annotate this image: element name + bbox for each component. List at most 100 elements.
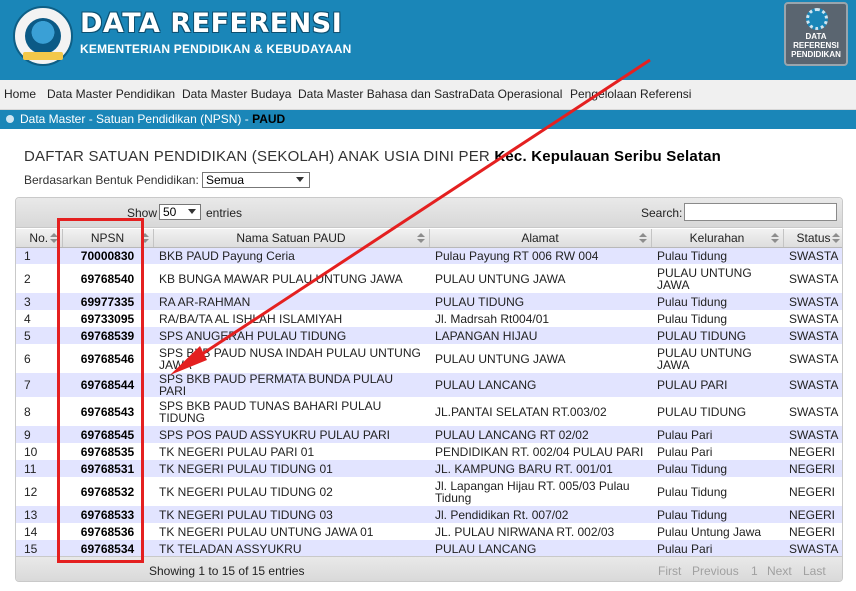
cell-alamat: PENDIDIKAN RT. 002/04 PULAU PARI <box>429 443 651 460</box>
nav-data-master-bahasa-sastra[interactable]: Data Master Bahasa dan Sastra <box>298 87 469 101</box>
cell-no: 8 <box>16 397 62 426</box>
cell-status: SWASTA <box>783 397 842 426</box>
cell-alamat: Jl. Lapangan Hijau RT. 005/03 Pulau Tidu… <box>429 477 651 506</box>
pagination-next[interactable]: Next <box>767 564 792 578</box>
pagination-page-1[interactable]: 1 <box>751 564 758 578</box>
cell-no: 6 <box>16 344 62 373</box>
column-header-nama[interactable]: Nama Satuan PAUD <box>153 229 430 248</box>
chevron-down-icon <box>296 177 304 182</box>
cell-kelurahan: Pulau Pari <box>651 426 783 443</box>
cell-nama: SPS BKB PAUD NUSA INDAH PULAU UNTUNG JAW… <box>153 344 429 373</box>
cell-kelurahan: PULAU UNTUNG JAWA <box>651 264 783 293</box>
cell-status: NEGERI <box>783 443 842 460</box>
cell-kelurahan: Pulau Tidung <box>651 293 783 310</box>
cell-alamat: Pulau Payung RT 006 RW 004 <box>429 247 651 264</box>
cell-nama: SPS BKB PAUD PERMATA BUNDA PULAU PARI <box>153 373 429 397</box>
nav-home[interactable]: Home <box>4 87 36 101</box>
cell-nama: TK NEGERI PULAU UNTUNG JAWA 01 <box>153 523 429 540</box>
cell-nama: BKB PAUD Payung Ceria <box>153 247 429 264</box>
sort-icon <box>638 233 647 243</box>
pagination-last[interactable]: Last <box>803 564 826 578</box>
cell-status: SWASTA <box>783 344 842 373</box>
nav-pengelolaan-referensi[interactable]: Pengelolaan Referensi <box>570 87 691 101</box>
column-header-label: No. <box>29 230 49 245</box>
cell-status: SWASTA <box>783 426 842 443</box>
entries-length-select[interactable]: 50 <box>159 204 201 220</box>
nav-data-operasional[interactable]: Data Operasional <box>469 87 562 101</box>
cell-nama: SPS POS PAUD ASSYUKRU PULAU PARI <box>153 426 429 443</box>
table-info: Showing 1 to 15 of 15 entries <box>149 564 305 578</box>
cell-alamat: JL. KAMPUNG BARU RT. 001/01 <box>429 460 651 477</box>
cell-kelurahan: PULAU TIDUNG <box>651 327 783 344</box>
badge-line-1: DATA <box>805 32 827 41</box>
column-header-label: Kelurahan <box>689 230 745 245</box>
data-referensi-badge[interactable]: DATA REFERENSI PENDIDIKAN <box>784 2 848 66</box>
cell-nama: TK NEGERI PULAU PARI 01 <box>153 443 429 460</box>
site-title: DATA REFERENSI <box>80 8 343 39</box>
breadcrumb: Data Master - Satuan Pendidikan (NPSN) -… <box>0 110 856 129</box>
cell-nama: KB BUNGA MAWAR PULAU UNTUNG JAWA <box>153 264 429 293</box>
tut-wuri-handayani-logo-icon[interactable] <box>13 6 73 66</box>
main-nav: Home Data Master Pendidikan Data Master … <box>0 80 856 110</box>
cell-no: 4 <box>16 310 62 327</box>
cell-alamat: Jl. Madrsah Rt004/01 <box>429 310 651 327</box>
page-title-kecamatan: Kec. Kepulauan Seribu Selatan <box>494 148 722 165</box>
sort-icon <box>770 233 779 243</box>
breadcrumb-current: PAUD <box>252 112 286 126</box>
cell-kelurahan: PULAU UNTUNG JAWA <box>651 344 783 373</box>
cell-status: NEGERI <box>783 523 842 540</box>
breadcrumb-path[interactable]: Data Master - Satuan Pendidikan (NPSN) - <box>20 112 252 126</box>
cell-no: 2 <box>16 264 62 293</box>
cell-no: 12 <box>16 477 62 506</box>
column-header-no[interactable]: No. <box>16 229 63 248</box>
site-subtitle: KEMENTERIAN PENDIDIKAN & KEBUDAYAAN <box>80 42 352 56</box>
cell-no: 15 <box>16 540 62 557</box>
entries-label: entries <box>206 206 243 220</box>
cell-nama: TK NEGERI PULAU TIDUNG 01 <box>153 460 429 477</box>
pagination-previous[interactable]: Previous <box>692 564 739 578</box>
cell-status: SWASTA <box>783 247 842 264</box>
search-input[interactable] <box>684 203 837 221</box>
cell-kelurahan: PULAU PARI <box>651 373 783 397</box>
cell-status: SWASTA <box>783 540 842 557</box>
badge-line-3: PENDIDIKAN <box>791 50 841 59</box>
nav-data-master-pendidikan[interactable]: Data Master Pendidikan <box>47 87 175 101</box>
cell-kelurahan: Pulau Pari <box>651 443 783 460</box>
cell-status: SWASTA <box>783 293 842 310</box>
page: DATA REFERENSI KEMENTERIAN PENDIDIKAN & … <box>0 0 856 591</box>
cell-alamat: PULAU LANCANG RT 02/02 <box>429 426 651 443</box>
column-header-alamat[interactable]: Alamat <box>429 229 652 248</box>
column-header-kelurahan[interactable]: Kelurahan <box>651 229 784 248</box>
filter-label: Berdasarkan Bentuk Pendidikan: <box>24 173 199 187</box>
cell-alamat: PULAU UNTUNG JAWA <box>429 344 651 373</box>
column-header-label: Alamat <box>521 230 559 245</box>
cell-nama: RA AR-RAHMAN <box>153 293 429 310</box>
cell-alamat: Jl. Pendidikan Rt. 007/02 <box>429 506 651 523</box>
cell-status: NEGERI <box>783 460 842 477</box>
cell-nama: TK TELADAN ASSYUKRU <box>153 540 429 557</box>
cell-nama: TK NEGERI PULAU TIDUNG 03 <box>153 506 429 523</box>
cell-nama: RA/BA/TA AL ISHLAH ISLAMIYAH <box>153 310 429 327</box>
cell-status: NEGERI <box>783 477 842 506</box>
cell-nama: SPS BKB PAUD TUNAS BAHARI PULAU TIDUNG <box>153 397 429 426</box>
cell-kelurahan: Pulau Tidung <box>651 460 783 477</box>
search-label: Search: <box>641 206 683 220</box>
cell-kelurahan: Pulau Tidung <box>651 247 783 264</box>
cell-no: 14 <box>16 523 62 540</box>
bentuk-pendidikan-value: Semua <box>206 173 245 187</box>
pagination-first[interactable]: First <box>658 564 681 578</box>
entries-length-value: 50 <box>163 205 177 219</box>
cell-no: 13 <box>16 506 62 523</box>
cell-status: SWASTA <box>783 373 842 397</box>
cell-nama: TK NEGERI PULAU TIDUNG 02 <box>153 477 429 506</box>
nav-data-master-budaya[interactable]: Data Master Budaya <box>182 87 291 101</box>
cell-no: 7 <box>16 373 62 397</box>
badge-line-2: REFERENSI <box>793 41 839 50</box>
cell-no: 9 <box>16 426 62 443</box>
column-header-status[interactable]: Status <box>783 229 842 248</box>
bentuk-pendidikan-select[interactable]: Semua <box>202 172 310 188</box>
cell-no: 1 <box>16 247 62 264</box>
npsn-highlight-box <box>57 218 144 563</box>
cell-alamat: PULAU TIDUNG <box>429 293 651 310</box>
cell-status: SWASTA <box>783 264 842 293</box>
